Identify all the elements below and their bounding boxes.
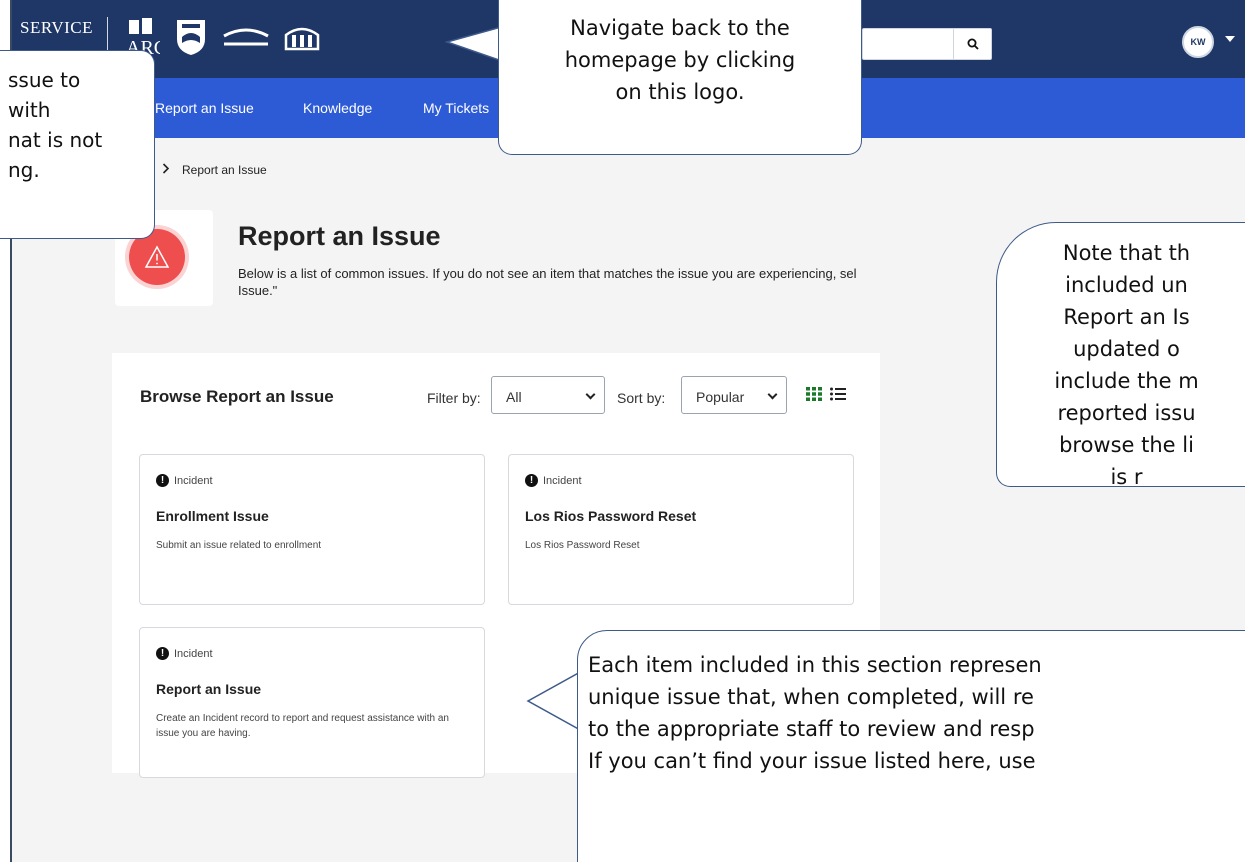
callout-left-text: ssue to with nat is not ng. bbox=[8, 68, 103, 182]
page-description: Below is a list of common issues. If you… bbox=[238, 265, 1018, 299]
callout-top: Navigate back to the homepage by clickin… bbox=[498, 0, 862, 155]
page-title: Report an Issue bbox=[238, 221, 441, 251]
card-type: ! Incident bbox=[156, 474, 213, 487]
catalog-card[interactable]: ! Incident Enrollment Issue Submit an is… bbox=[139, 454, 485, 605]
grid-view-icon[interactable] bbox=[806, 387, 822, 406]
callout-bottom-text: Each item included in this section repre… bbox=[588, 653, 1042, 773]
callout-top-text: Navigate back to the homepage by clickin… bbox=[564, 16, 796, 104]
page-description-line: Issue." bbox=[238, 283, 278, 298]
callout-right-text: Note that th included un Report an Is up… bbox=[1054, 241, 1199, 487]
list-view-icon[interactable] bbox=[830, 387, 846, 406]
card-title: Enrollment Issue bbox=[156, 508, 269, 524]
chevron-down-icon[interactable] bbox=[1225, 36, 1235, 42]
wave-logo-icon bbox=[222, 24, 270, 50]
filter-label: Filter by: bbox=[427, 390, 481, 406]
search-icon bbox=[967, 38, 979, 50]
search-button[interactable] bbox=[953, 29, 991, 59]
nav-item-my-tickets[interactable]: My Tickets bbox=[423, 100, 489, 116]
callout-right: Note that th included un Report an Is up… bbox=[996, 222, 1245, 487]
card-type-label: Incident bbox=[543, 474, 582, 487]
exclamation-circle-icon: ! bbox=[156, 647, 169, 660]
callout-left: ssue to with nat is not ng. bbox=[0, 50, 155, 239]
sort-select-value: Popular bbox=[696, 389, 745, 405]
callout-bottom: Each item included in this section repre… bbox=[577, 630, 1245, 862]
filter-select-value: All bbox=[506, 389, 522, 405]
nav-item-report-an-issue[interactable]: Report an Issue bbox=[155, 100, 254, 116]
chevron-down-icon bbox=[767, 389, 778, 400]
callout-top-tail bbox=[445, 25, 505, 63]
user-avatar[interactable]: KW bbox=[1182, 26, 1214, 58]
card-type-label: Incident bbox=[174, 647, 213, 660]
filter-select[interactable]: All bbox=[491, 376, 605, 414]
exclamation-circle-icon: ! bbox=[525, 474, 538, 487]
building-columns-icon bbox=[284, 23, 320, 51]
card-description: Submit an issue related to enrollment bbox=[156, 540, 322, 551]
card-type: ! Incident bbox=[525, 474, 582, 487]
nav-item-knowledge[interactable]: Knowledge bbox=[303, 100, 372, 116]
breadcrumb: Report an Issue bbox=[162, 162, 267, 177]
card-type: ! Incident bbox=[156, 647, 213, 660]
browse-title: Browse Report an Issue bbox=[140, 387, 334, 406]
card-description: Create an Incident record to report and … bbox=[156, 713, 449, 739]
catalog-card[interactable]: ! Incident Los Rios Password Reset Los R… bbox=[508, 454, 854, 605]
page-description-line: Below is a list of common issues. If you… bbox=[238, 266, 857, 281]
search-input[interactable] bbox=[862, 28, 992, 60]
catalog-card[interactable]: ! Incident Report an Issue Create an Inc… bbox=[139, 627, 485, 778]
exclamation-circle-icon: ! bbox=[156, 474, 169, 487]
crest-shield-icon bbox=[174, 17, 208, 57]
card-type-label: Incident bbox=[174, 474, 213, 487]
logo-text-line: SERVICE bbox=[20, 18, 93, 37]
card-title: Report an Issue bbox=[156, 681, 262, 697]
card-description: Los Rios Password Reset bbox=[525, 540, 640, 551]
card-title: Los Rios Password Reset bbox=[525, 508, 697, 524]
sort-select[interactable]: Popular bbox=[681, 376, 787, 414]
sort-label: Sort by: bbox=[617, 390, 666, 406]
chevron-down-icon bbox=[585, 389, 596, 400]
chevron-right-icon bbox=[162, 162, 170, 177]
callout-bottom-tail bbox=[526, 670, 582, 732]
breadcrumb-current[interactable]: Report an Issue bbox=[182, 163, 267, 177]
